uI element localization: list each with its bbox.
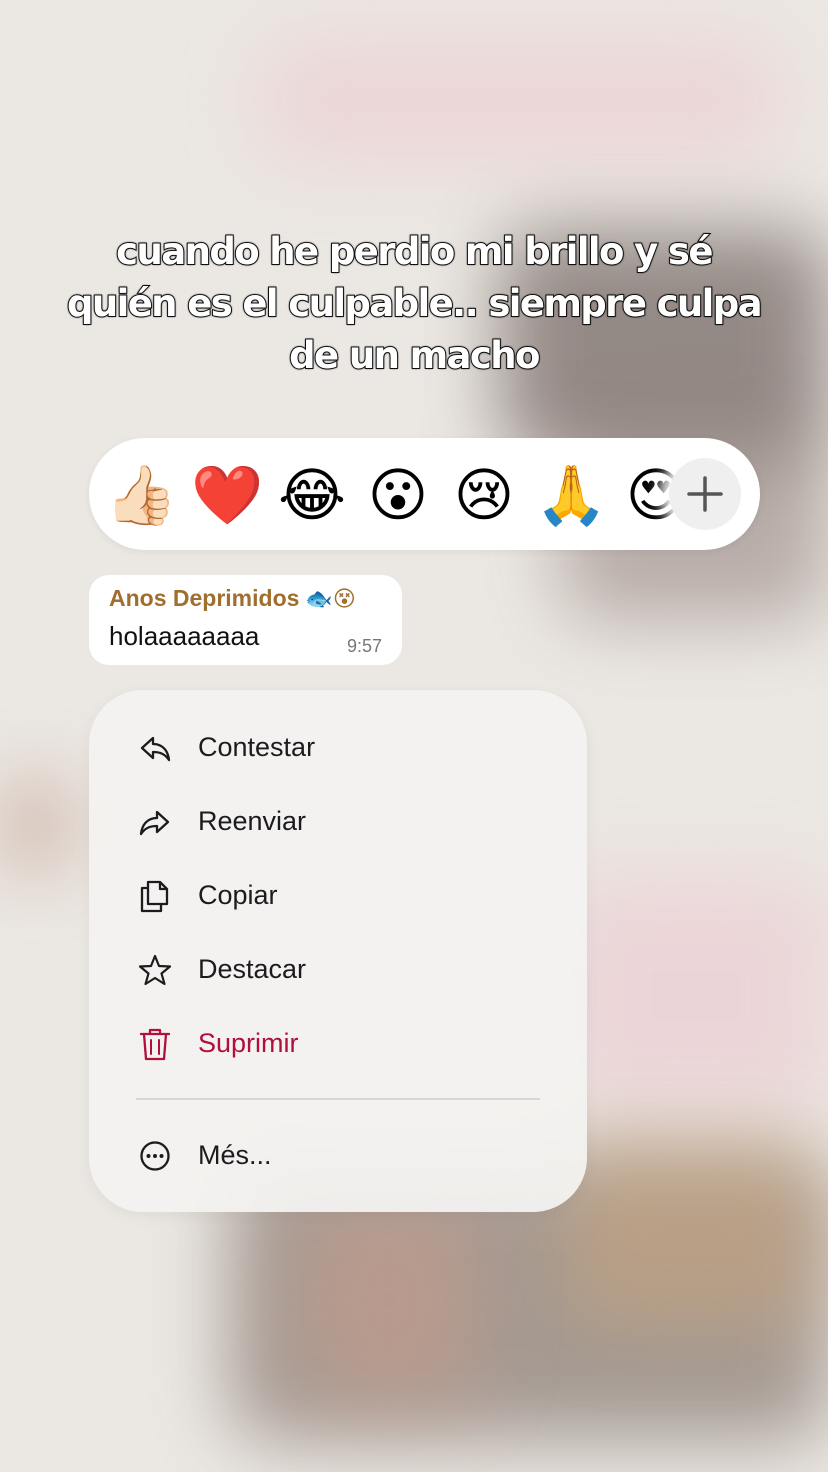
menu-item-destacar[interactable]: Destacar — [137, 950, 557, 990]
message-bubble[interactable]: Anos Deprimidos 🐟😵 holaaaaaaaa 9:57 — [89, 575, 402, 665]
context-menu: Contestar Reenviar Copiar Destacar Supri… — [89, 690, 587, 1212]
menu-item-label: Destacar — [198, 954, 307, 984]
reaction-thumbs-up[interactable]: 👍🏻 — [105, 460, 177, 530]
background-blur — [560, 1140, 820, 1330]
reaction-pray[interactable]: 🙏 — [535, 460, 607, 530]
reaction-laughing[interactable]: 😂 — [277, 460, 347, 530]
message-text: holaaaaaaaa — [109, 621, 260, 651]
menu-item-label: Contestar — [198, 732, 316, 762]
menu-item-label: Suprimir — [198, 1028, 299, 1058]
menu-item-suprimir[interactable]: Suprimir — [137, 1024, 557, 1064]
menu-item-contestar[interactable]: Contestar — [137, 728, 557, 768]
overlay-caption: cuando he perdio mi brillo y sé quién es… — [66, 229, 764, 378]
menu-item-reenviar[interactable]: Reenviar — [137, 802, 557, 842]
star-icon — [138, 954, 172, 986]
reaction-bar: 👍🏻 ❤️ 😂 😮 😢 🙏 😍 — [89, 438, 760, 550]
more-icon — [140, 1141, 170, 1171]
forward-icon — [139, 810, 170, 836]
trash-icon — [139, 1028, 171, 1061]
reaction-heart[interactable]: ❤️ — [191, 460, 263, 530]
message-time: 9:57 — [346, 636, 382, 656]
background-blur — [300, 1200, 480, 1400]
reaction-surprised[interactable]: 😮 — [363, 460, 433, 530]
background-blur — [0, 780, 70, 870]
menu-item-label: Copiar — [198, 880, 278, 910]
reaction-crying[interactable]: 😢 — [449, 460, 519, 530]
reply-icon — [140, 736, 171, 762]
background-blur — [260, 40, 780, 160]
menu-item-copiar[interactable]: Copiar — [137, 876, 557, 916]
plus-icon — [687, 476, 723, 512]
sender-emoji: 🐟😵 — [305, 586, 356, 611]
menu-item-label: Reenviar — [198, 806, 307, 836]
menu-item-label: Més... — [198, 1140, 272, 1170]
copy-icon — [140, 880, 169, 913]
sender-name: Anos Deprimidos 🐟😵 — [109, 585, 356, 611]
menu-item-mes[interactable]: Més... — [137, 1136, 557, 1176]
add-reaction-button[interactable] — [669, 458, 741, 530]
menu-divider — [136, 1098, 540, 1100]
background-blur — [560, 880, 828, 1110]
